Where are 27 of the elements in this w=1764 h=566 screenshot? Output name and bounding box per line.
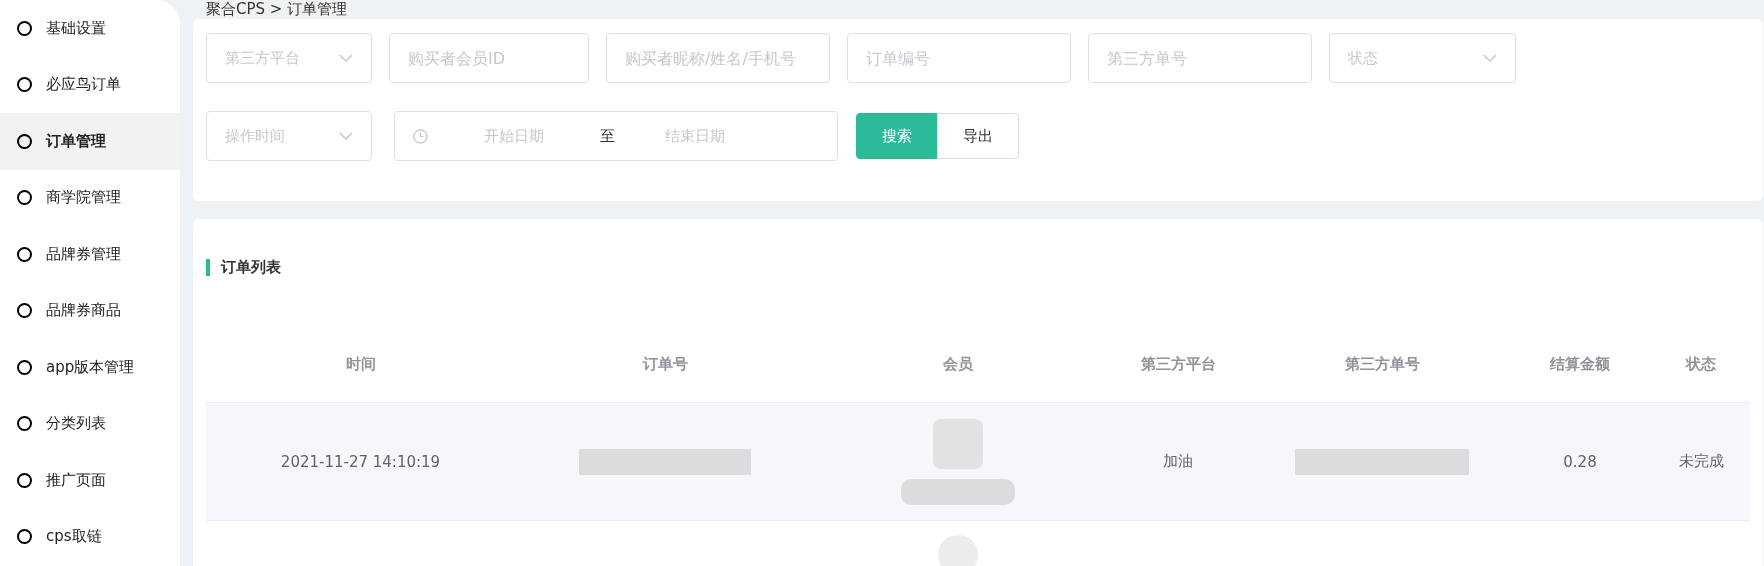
clock-icon <box>413 128 428 144</box>
table-cell: 未完成 <box>1678 452 1724 471</box>
section-title: 订单列表 <box>221 257 281 277</box>
input-field[interactable]: 购买者昵称/姓名/手机号 <box>606 33 830 83</box>
chevron-down-icon <box>339 132 353 140</box>
sidebar-item[interactable]: 品牌券商品 <box>0 282 180 339</box>
sidebar-item[interactable]: 必应鸟订单 <box>0 56 180 113</box>
table-cell: 加油 <box>1163 452 1193 471</box>
sidebar-item[interactable]: cps取链 <box>0 508 180 565</box>
sidebar-item[interactable]: 分类列表 <box>0 395 180 452</box>
table-cell: 0.28 <box>1563 452 1597 471</box>
range-separator: 至 <box>600 126 615 146</box>
input-field[interactable]: 订单编号 <box>847 33 1071 83</box>
sidebar-item[interactable]: app版本管理 <box>0 339 180 396</box>
export-button[interactable]: 导出 <box>937 113 1019 159</box>
sidebar-item[interactable]: 商学院管理 <box>0 169 180 226</box>
sidebar-item[interactable]: 推广页面 <box>0 452 180 509</box>
chevron-down-icon <box>339 54 353 62</box>
sidebar-item[interactable]: 品牌券管理 <box>0 226 180 283</box>
chevron-down-icon <box>1483 54 1497 62</box>
sidebar-item[interactable]: 订单管理 <box>0 113 180 170</box>
input-field[interactable]: 购买者会员ID <box>389 33 589 83</box>
breadcrumb: 聚合CPS > 订单管理 <box>205 0 349 19</box>
sidebar-item[interactable]: 基础设置 <box>0 0 180 57</box>
input-field[interactable]: 第三方单号 <box>1088 33 1312 83</box>
accent-bar <box>206 258 210 276</box>
table-cell: 2021-11-27 14:10:19 <box>280 452 441 471</box>
